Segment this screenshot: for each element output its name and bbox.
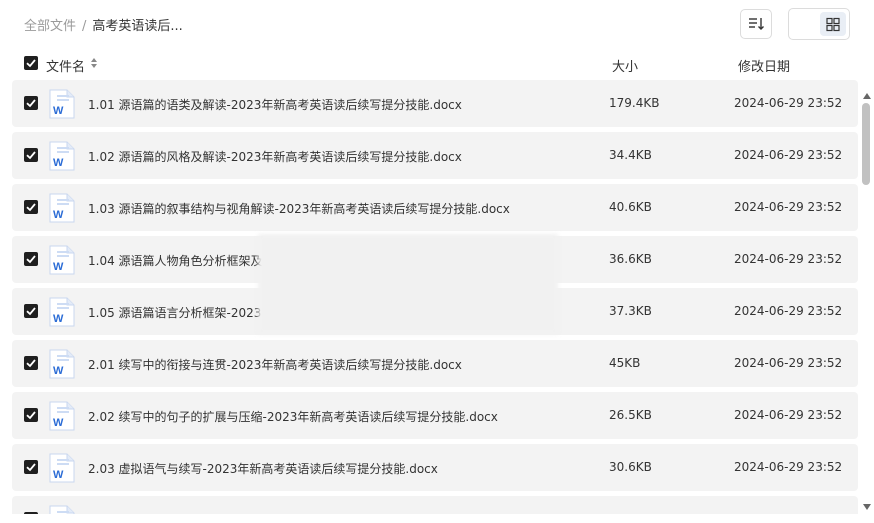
row-checkbox[interactable] [24,356,38,370]
row-checkbox[interactable] [24,96,38,110]
file-date: 2024-06-29 23:52 [734,252,843,266]
checkmark-icon [26,59,36,68]
file-row[interactable]: W 1.02 源语篇的风格及解读-2023年新高考英语读后续写提分技能.docx… [12,132,858,179]
top-bar: 全部文件 / 高考英语读后... [0,0,874,106]
file-row[interactable]: W 2.02 续写中的句子的扩展与压缩-2023年新高考英语读后续写提分技能.d… [12,392,858,439]
file-row[interactable]: W 1.01 源语篇的语类及解读-2023年新高考英语读后续写提分技能.docx… [12,80,858,127]
word-doc-icon: W [49,401,75,434]
row-checkbox[interactable] [24,252,38,266]
breadcrumb-current: 高考英语读后... [92,19,183,34]
scrollbar-thumb[interactable] [862,103,870,185]
file-date: 2024-06-29 23:52 [734,408,843,422]
file-name[interactable]: 1.02 源语篇的风格及解读-2023年新高考英语读后续写提分技能.docx [88,148,462,165]
column-header-size[interactable]: 大小 [612,56,638,75]
file-row[interactable]: W [12,496,858,514]
file-size: 45KB [609,356,641,370]
svg-text:W: W [53,157,64,169]
scroll-up-arrow-icon[interactable] [862,86,872,99]
file-date: 2024-06-29 23:52 [734,148,843,162]
column-header-date[interactable]: 修改日期 [738,56,790,75]
file-size: 36.6KB [609,252,652,266]
word-doc-icon: W [49,245,75,278]
file-date: 2024-06-29 23:52 [734,96,843,110]
file-date: 2024-06-29 23:52 [734,460,843,474]
svg-text:W: W [53,105,64,117]
file-size: 30.6KB [609,460,652,474]
blurred-overlay [258,234,558,334]
sort-icon [749,18,764,30]
row-checkbox[interactable] [24,200,38,214]
file-row[interactable]: W 1.03 源语篇的叙事结构与视角解读-2023年新高考英语读后续写提分技能.… [12,184,858,231]
scroll-down-arrow-icon[interactable] [862,497,872,510]
file-row[interactable]: W 2.01 续写中的衔接与连贯-2023年新高考英语读后续写提分技能.docx… [12,340,858,387]
word-doc-icon: W [49,505,75,514]
file-size: 26.5KB [609,408,652,422]
svg-text:W: W [53,261,64,273]
grid-view-icon [826,17,840,32]
word-doc-icon: W [49,89,75,122]
breadcrumb-separator: / [82,19,87,34]
file-date: 2024-06-29 23:52 [734,356,843,370]
view-toggle-group [788,8,850,106]
row-checkbox[interactable] [24,304,38,318]
sort-toggle-icon[interactable] [90,56,98,74]
grid-view-button[interactable] [820,12,846,36]
word-doc-icon: W [49,297,75,330]
file-name[interactable]: 1.03 源语篇的叙事结构与视角解读-2023年新高考英语读后续写提分技能.do… [88,200,510,217]
file-size: 179.4KB [609,96,660,110]
sort-button[interactable] [740,9,772,39]
file-name[interactable]: 1.04 源语篇人物角色分析框架及 [88,252,263,269]
row-checkbox[interactable] [24,408,38,422]
svg-text:W: W [53,365,64,377]
word-doc-icon: W [49,453,75,486]
row-checkbox[interactable] [24,460,38,474]
file-name[interactable]: 1.05 源语篇语言分析框架-2023 [88,304,261,321]
column-header-name[interactable]: 文件名 [46,56,85,75]
select-all-checkbox[interactable] [24,56,38,70]
file-name[interactable]: 2.03 虚拟语气与续写-2023年新高考英语读后续写提分技能.docx [88,460,438,477]
file-name[interactable]: 1.01 源语篇的语类及解读-2023年新高考英语读后续写提分技能.docx [88,96,462,113]
row-checkbox[interactable] [24,148,38,162]
svg-text:W: W [53,417,64,429]
svg-text:W: W [53,209,64,221]
breadcrumb-root[interactable]: 全部文件 [24,19,76,34]
file-name[interactable]: 2.02 续写中的句子的扩展与压缩-2023年新高考英语读后续写提分技能.doc… [88,408,498,425]
word-doc-icon: W [49,193,75,226]
file-name[interactable]: 2.01 续写中的衔接与连贯-2023年新高考英语读后续写提分技能.docx [88,356,462,373]
svg-text:W: W [53,469,64,481]
word-doc-icon: W [49,349,75,382]
file-row[interactable]: W 2.03 虚拟语气与续写-2023年新高考英语读后续写提分技能.docx 3… [12,444,858,491]
table-header: 文件名 大小 修改日期 [0,50,874,78]
file-size: 34.4KB [609,148,652,162]
svg-text:W: W [53,313,64,325]
file-size: 37.3KB [609,304,652,318]
file-date: 2024-06-29 23:52 [734,304,843,318]
file-date: 2024-06-29 23:52 [734,200,843,214]
breadcrumb: 全部文件 / 高考英语读后... [24,15,183,34]
file-size: 40.6KB [609,200,652,214]
word-doc-icon: W [49,141,75,174]
